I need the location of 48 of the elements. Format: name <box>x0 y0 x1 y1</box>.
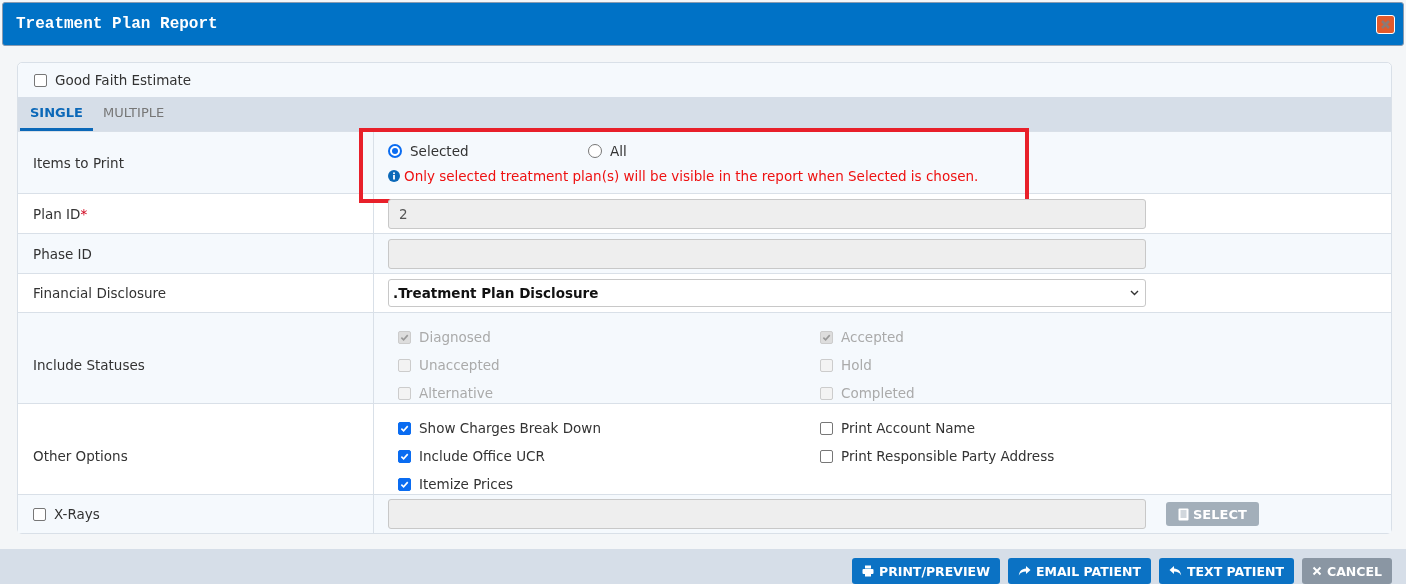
radio-button[interactable] <box>388 143 402 158</box>
checkbox-label: Good Faith Estimate <box>55 72 192 88</box>
radio-label: Selected <box>410 142 469 159</box>
row-label: Phase ID <box>33 245 92 262</box>
checkbox-label: Include Office UCR <box>419 448 545 464</box>
checkbox[interactable] <box>34 73 47 87</box>
close-icon <box>1312 566 1322 576</box>
close-button[interactable] <box>1376 14 1395 34</box>
share-arrow-icon <box>1017 565 1031 577</box>
checkbox-label: Completed <box>841 385 915 401</box>
tab[interactable]: MULTIPLE <box>92 97 175 131</box>
close-icon <box>1380 18 1391 30</box>
row-label: Financial Disclosure <box>33 285 167 301</box>
row-label: Other Options <box>33 448 128 464</box>
radio-button[interactable] <box>588 143 602 158</box>
dropdown-field[interactable]: .Treatment Plan Disclosure <box>388 279 1146 307</box>
checkbox-label: Show Charges Break Down <box>419 420 601 436</box>
row-label: Include Statuses <box>33 357 145 373</box>
checkbox[interactable] <box>820 449 833 463</box>
checkbox-label: Hold <box>841 357 872 373</box>
info-icon <box>388 169 400 182</box>
reply-arrow-icon <box>1169 565 1182 577</box>
checkbox-label: Diagnosed <box>419 329 491 345</box>
checkbox-label: Print Account Name <box>841 420 975 436</box>
radio-label: All <box>610 142 627 159</box>
checkbox-label: Accepted <box>841 329 904 345</box>
checkbox[interactable] <box>398 477 411 491</box>
info-note: Only selected treatment plan(s) will be visible in the report when Selected is chosen. <box>404 167 979 184</box>
document-icon <box>1178 507 1189 521</box>
checkbox-label: Print Responsible Party Address <box>841 448 1055 464</box>
row-label: Plan ID <box>33 205 81 222</box>
window-title: Treatment Plan Report <box>16 15 218 33</box>
footer-button[interactable]: TEXT PATIENT <box>1159 558 1294 584</box>
printer-icon <box>861 565 874 577</box>
checkbox[interactable] <box>398 449 411 463</box>
checkbox-label: Alternative <box>419 385 494 401</box>
checkbox-label: Itemize Prices <box>419 476 514 492</box>
checkbox[interactable] <box>398 421 411 435</box>
footer-button[interactable]: PRINT/PREVIEW <box>851 558 1000 584</box>
checkbox[interactable] <box>820 421 833 435</box>
footer-button[interactable]: CANCEL <box>1302 558 1392 584</box>
checkbox-label: Unaccepted <box>419 357 500 373</box>
checkbox-label: X-Rays <box>54 506 100 522</box>
row-label: Items to Print <box>33 154 124 171</box>
required-mark: * <box>80 205 88 222</box>
checkbox[interactable] <box>33 507 46 521</box>
chevron-down-icon <box>1130 290 1139 296</box>
footer-button[interactable]: EMAIL PATIENT <box>1007 558 1151 584</box>
